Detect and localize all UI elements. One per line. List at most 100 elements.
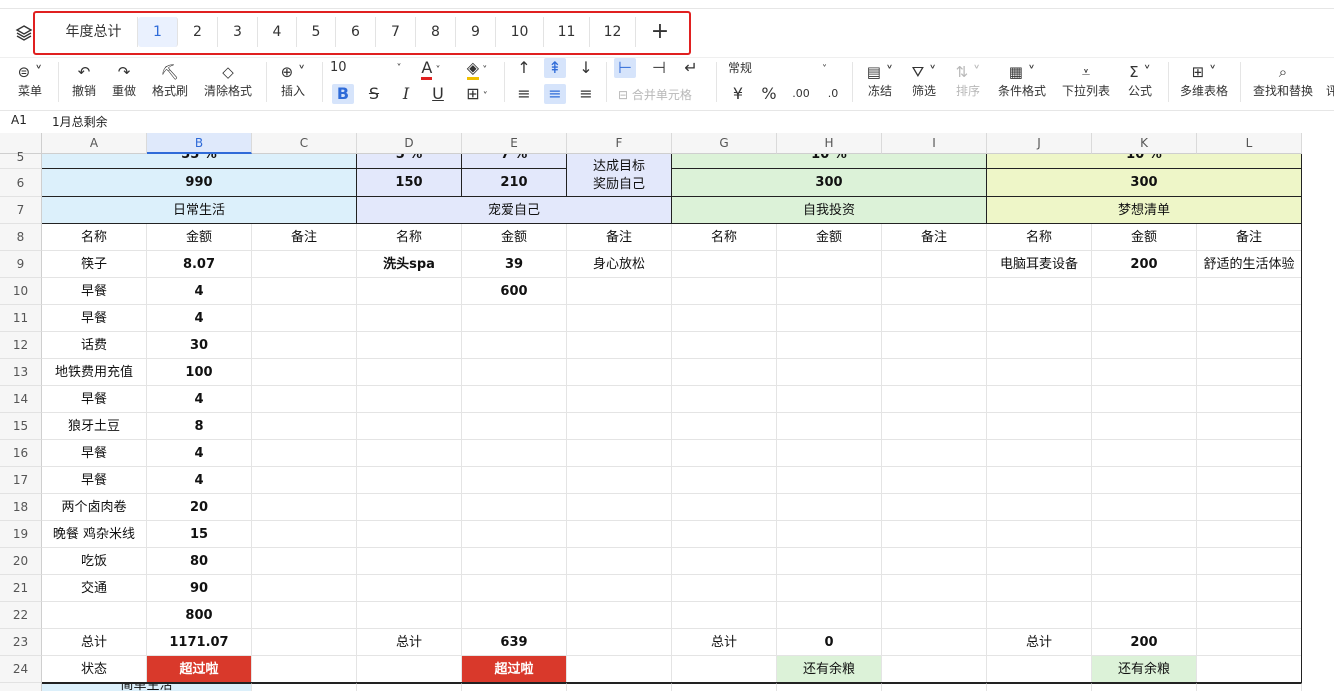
table-cell[interactable] bbox=[987, 305, 1092, 332]
table-header[interactable]: 备注 bbox=[1197, 224, 1302, 251]
table-cell[interactable] bbox=[882, 548, 987, 575]
table-cell[interactable]: 狼牙土豆 bbox=[42, 413, 147, 440]
column-header[interactable]: J bbox=[987, 133, 1092, 154]
table-cell[interactable] bbox=[882, 413, 987, 440]
table-cell[interactable] bbox=[567, 494, 672, 521]
table-cell[interactable] bbox=[462, 602, 567, 629]
table-cell[interactable] bbox=[357, 494, 462, 521]
conditional-format-button[interactable]: ▦ ˅ 条件格式 bbox=[994, 62, 1050, 100]
table-cell[interactable]: 交通 bbox=[42, 575, 147, 602]
table-cell[interactable] bbox=[882, 494, 987, 521]
table-cell[interactable] bbox=[357, 683, 462, 691]
sheet-tab[interactable]: 年度总计 bbox=[50, 17, 138, 47]
table-cell[interactable] bbox=[1197, 656, 1302, 683]
table-cell[interactable] bbox=[882, 575, 987, 602]
table-cell[interactable] bbox=[462, 359, 567, 386]
table-cell[interactable] bbox=[252, 656, 357, 683]
table-cell[interactable]: 80 bbox=[147, 548, 252, 575]
table-cell[interactable] bbox=[987, 440, 1092, 467]
table-cell[interactable] bbox=[672, 251, 777, 278]
table-cell[interactable] bbox=[1197, 440, 1302, 467]
table-cell[interactable]: 早餐 bbox=[42, 386, 147, 413]
table-cell[interactable] bbox=[1197, 278, 1302, 305]
sheet-tab[interactable]: 7 bbox=[376, 17, 416, 47]
row-header[interactable]: 13 bbox=[0, 359, 42, 386]
table-cell[interactable] bbox=[462, 467, 567, 494]
column-header[interactable]: F bbox=[567, 133, 672, 154]
table-cell[interactable] bbox=[1092, 332, 1197, 359]
align-middle-icon[interactable]: ⇞ bbox=[544, 58, 566, 78]
budget-cell[interactable]: 300 bbox=[672, 169, 987, 197]
table-cell[interactable] bbox=[777, 440, 882, 467]
table-cell[interactable] bbox=[567, 332, 672, 359]
table-cell[interactable] bbox=[462, 440, 567, 467]
table-cell[interactable]: 两个卤肉卷 bbox=[42, 494, 147, 521]
find-replace-button[interactable]: ⌕ 查找和替换 bbox=[1248, 62, 1318, 100]
table-cell[interactable] bbox=[777, 602, 882, 629]
table-cell[interactable] bbox=[672, 359, 777, 386]
table-cell[interactable] bbox=[987, 386, 1092, 413]
table-cell[interactable] bbox=[357, 386, 462, 413]
table-cell[interactable] bbox=[987, 575, 1092, 602]
table-cell[interactable] bbox=[882, 467, 987, 494]
table-cell[interactable] bbox=[252, 521, 357, 548]
table-cell[interactable]: 1171.07 bbox=[147, 629, 252, 656]
percent-cell[interactable]: 7 % bbox=[462, 154, 567, 169]
bold-icon[interactable]: B bbox=[332, 84, 354, 104]
table-cell[interactable] bbox=[1092, 494, 1197, 521]
table-cell[interactable] bbox=[357, 521, 462, 548]
budget-cell[interactable]: 210 bbox=[462, 169, 567, 197]
table-header[interactable]: 名称 bbox=[42, 224, 147, 251]
table-cell[interactable] bbox=[567, 548, 672, 575]
table-cell[interactable]: 总计 bbox=[357, 629, 462, 656]
section-header[interactable]: 简单生活 bbox=[42, 683, 252, 691]
multi-table-button[interactable]: ⊞ ˅ 多维表格 bbox=[1176, 62, 1232, 100]
table-cell[interactable] bbox=[777, 575, 882, 602]
table-cell[interactable]: 话费 bbox=[42, 332, 147, 359]
filter-button[interactable]: ⛛ ˅ 筛选 bbox=[906, 62, 942, 100]
sheet-tab[interactable]: 11 bbox=[544, 17, 590, 47]
table-cell[interactable]: 8 bbox=[147, 413, 252, 440]
row-header[interactable]: 16 bbox=[0, 440, 42, 467]
table-cell[interactable] bbox=[252, 548, 357, 575]
wrap-text-icon[interactable]: ↵ bbox=[680, 58, 702, 78]
overflow-icon[interactable]: ⊢ bbox=[614, 58, 636, 78]
table-cell[interactable] bbox=[672, 332, 777, 359]
sheet-tab[interactable]: 8 bbox=[416, 17, 456, 47]
percent-cell[interactable]: 5 % bbox=[357, 154, 462, 169]
table-cell[interactable] bbox=[1092, 521, 1197, 548]
section-header[interactable]: 日常生活 bbox=[42, 197, 357, 224]
section-header[interactable]: 梦想清单 bbox=[987, 197, 1302, 224]
table-cell[interactable]: 早餐 bbox=[42, 278, 147, 305]
table-header[interactable]: 备注 bbox=[882, 224, 987, 251]
table-cell[interactable]: 200 bbox=[1092, 629, 1197, 656]
row-header[interactable]: 17 bbox=[0, 467, 42, 494]
clip-icon[interactable]: ⊣ bbox=[648, 58, 670, 78]
table-cell[interactable] bbox=[777, 305, 882, 332]
percent-cell[interactable]: 55 % bbox=[42, 154, 357, 169]
table-cell[interactable]: 30 bbox=[147, 332, 252, 359]
row-header[interactable]: 11 bbox=[0, 305, 42, 332]
table-header[interactable]: 备注 bbox=[567, 224, 672, 251]
font-color-icon[interactable]: A ˅ bbox=[418, 58, 444, 80]
table-header[interactable]: 备注 bbox=[252, 224, 357, 251]
row-header[interactable]: 9 bbox=[0, 251, 42, 278]
table-cell[interactable] bbox=[777, 386, 882, 413]
table-cell[interactable] bbox=[672, 683, 777, 691]
table-cell[interactable] bbox=[882, 521, 987, 548]
column-header[interactable]: H bbox=[777, 133, 882, 154]
align-top-icon[interactable]: ↑ bbox=[514, 58, 534, 78]
table-cell[interactable] bbox=[1092, 602, 1197, 629]
row-header[interactable]: 8 bbox=[0, 224, 42, 251]
table-cell[interactable] bbox=[987, 683, 1092, 691]
table-cell[interactable]: 4 bbox=[147, 440, 252, 467]
table-cell[interactable] bbox=[567, 278, 672, 305]
percent-icon[interactable]: % bbox=[760, 84, 778, 104]
status-badge[interactable]: 超过啦 bbox=[462, 656, 567, 683]
status-badge[interactable]: 超过啦 bbox=[147, 656, 252, 683]
table-cell[interactable]: 状态 bbox=[42, 656, 147, 683]
decrease-decimal-icon[interactable]: .0 bbox=[822, 84, 844, 104]
table-cell[interactable] bbox=[567, 629, 672, 656]
table-cell[interactable] bbox=[1197, 332, 1302, 359]
table-cell[interactable] bbox=[987, 359, 1092, 386]
